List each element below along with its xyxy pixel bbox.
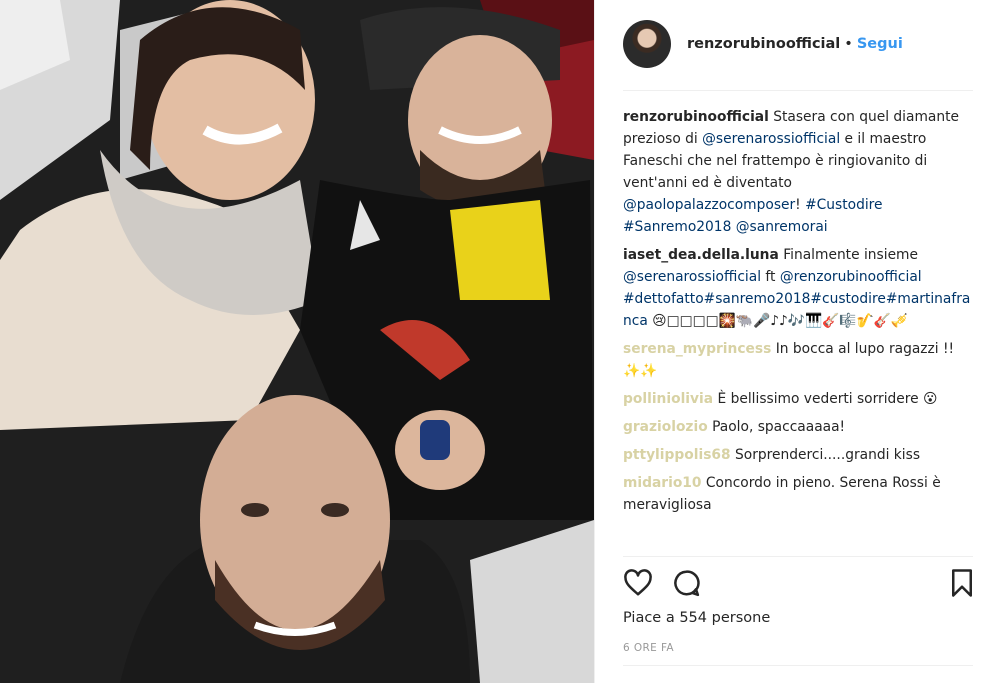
comment-item: polliniolivia È bellissimo vederti sorri… [623, 388, 973, 410]
comment-text: Paolo, spaccaaaaa! [707, 419, 846, 435]
heart-icon[interactable] [623, 568, 653, 602]
comments-list[interactable]: renzorubinoofficial Stasera con quel dia… [623, 106, 973, 556]
header-divider [623, 90, 973, 91]
post-timestamp[interactable]: 6 ORE FA [623, 642, 674, 654]
likes-count[interactable]: Piace a 554 persone [623, 610, 770, 626]
selfie-image [0, 0, 594, 683]
post-header: renzorubinoofficial • Segui [623, 14, 973, 74]
comment-text-b: ft [761, 269, 780, 285]
comment-text: È bellissimo vederti sorridere 😮 [713, 391, 938, 407]
caption-username[interactable]: renzorubinoofficial [623, 109, 769, 125]
caption-mention-a[interactable]: @serenarossiofficial [702, 131, 840, 147]
comment-icon[interactable] [671, 568, 701, 602]
header-text: renzorubinoofficial • Segui [687, 36, 903, 52]
header-username[interactable]: renzorubinoofficial [687, 36, 840, 52]
caption-text-c: ! [795, 197, 806, 213]
comment-mention-b[interactable]: @renzorubinoofficial [780, 269, 922, 285]
comment-mention-a[interactable]: @serenarossiofficial [623, 269, 761, 285]
comment-emoji: 😢□□□□🎇🐃🎤♪♪🎶🎹🎸🎼🎷🎸🎺 [647, 313, 909, 329]
header-separator: • [844, 36, 853, 52]
comment-username[interactable]: polliniolivia [623, 391, 713, 407]
bottom-divider [623, 665, 973, 666]
follow-button[interactable]: Segui [857, 36, 903, 52]
comment-item: iaset_dea.della.luna Finalmente insieme … [623, 244, 973, 332]
comment-username[interactable]: iaset_dea.della.luna [623, 247, 779, 263]
comment-text: Finalmente insieme [778, 247, 918, 263]
comment-username[interactable]: pttylippolis68 [623, 447, 731, 463]
action-bar [623, 568, 973, 602]
caption-mention-b[interactable]: @paolopalazzocomposer [623, 197, 795, 213]
comment-item: midario10 Concordo in pieno. Serena Ross… [623, 472, 973, 516]
comment-item: graziolozio Paolo, spaccaaaaa! [623, 416, 973, 438]
comment-item: pttylippolis68 Sorprenderci.....grandi k… [623, 444, 973, 466]
comment-username[interactable]: serena_myprincess [623, 341, 771, 357]
comment-username[interactable]: graziolozio [623, 419, 708, 435]
comment-username[interactable]: midario10 [623, 475, 702, 491]
actions-divider [623, 556, 973, 557]
post-photo [0, 0, 594, 683]
caption: renzorubinoofficial Stasera con quel dia… [623, 106, 973, 238]
post-panel: renzorubinoofficial • Segui renzorubinooff… [594, 0, 985, 683]
comment-text: Sorprenderci.....grandi kiss [730, 447, 921, 463]
bookmark-icon[interactable] [949, 568, 975, 602]
comment-item: serena_myprincess In bocca al lupo ragaz… [623, 338, 973, 382]
avatar[interactable] [623, 20, 671, 68]
